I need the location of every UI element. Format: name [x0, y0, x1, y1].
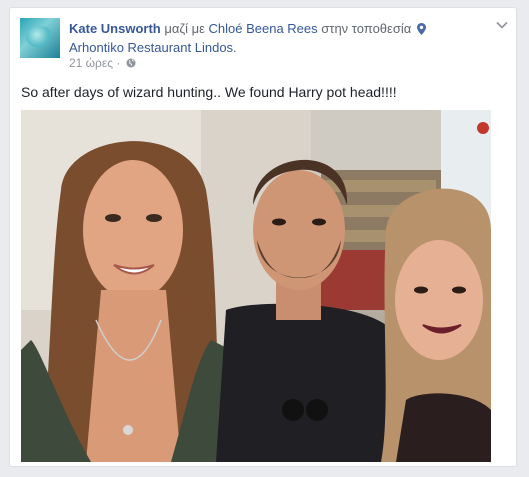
post-message: So after days of wizard hunting.. We fou…: [21, 84, 397, 100]
post-card: Kate Unsworth μαζί με Chloé Beena Rees σ…: [9, 7, 517, 467]
post-photo[interactable]: [21, 110, 491, 462]
author-avatar[interactable]: [20, 18, 60, 58]
tagged-friend-link[interactable]: Chloé Beena Rees: [209, 21, 318, 36]
chevron-down-icon[interactable]: [496, 20, 508, 30]
globe-icon[interactable]: [126, 58, 136, 68]
at-location-text: στην τοποθεσία: [321, 21, 412, 36]
post-meta: 21 ώρες ·: [69, 56, 136, 70]
location-link[interactable]: Arhontiko Restaurant Lindos: [69, 40, 233, 55]
location-pin-icon: [416, 23, 426, 35]
post-header: Kate Unsworth μαζί με Chloé Beena Rees σ…: [69, 19, 489, 57]
selfie-illustration: [21, 110, 491, 462]
author-name-link[interactable]: Kate Unsworth: [69, 21, 161, 36]
with-text: μαζί με: [164, 21, 205, 36]
location-suffix: .: [233, 40, 237, 55]
post-timestamp[interactable]: 21 ώρες: [69, 56, 113, 70]
meta-separator: ·: [116, 56, 121, 70]
